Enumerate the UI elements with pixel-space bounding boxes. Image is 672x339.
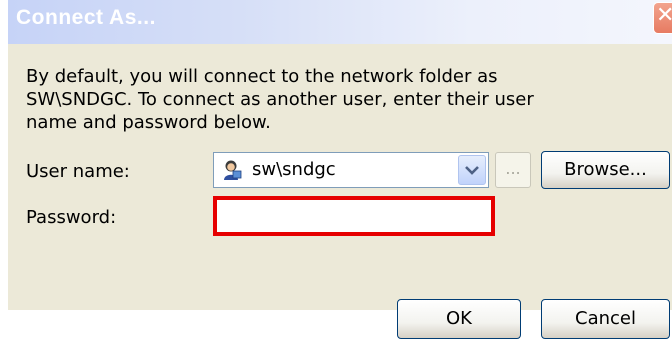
dropdown-button[interactable]: [458, 155, 486, 185]
username-label: User name:: [26, 161, 130, 182]
close-icon: ✕: [656, 5, 672, 27]
username-combobox[interactable]: sw\sndgc: [213, 152, 489, 188]
chevron-down-icon: [465, 166, 479, 175]
password-field-highlight: [213, 196, 495, 236]
connect-as-dialog: Connect As... ✕ By default, you will con…: [0, 0, 672, 339]
username-value: sw\sndgc: [252, 159, 336, 180]
close-button[interactable]: ✕: [653, 2, 672, 34]
cancel-button[interactable]: Cancel: [541, 299, 670, 339]
ellipsis-button[interactable]: ...: [495, 152, 531, 188]
dialog-body: By default, you will connect to the netw…: [8, 44, 672, 339]
ok-button[interactable]: OK: [397, 299, 521, 339]
title-bar[interactable]: Connect As... ✕: [8, 0, 672, 44]
browse-button[interactable]: Browse...: [541, 151, 670, 189]
window-title: Connect As...: [16, 6, 156, 29]
password-input[interactable]: [217, 200, 491, 232]
description-text: By default, you will connect to the netw…: [26, 66, 534, 133]
user-icon: [224, 160, 242, 180]
password-label: Password:: [26, 207, 117, 228]
